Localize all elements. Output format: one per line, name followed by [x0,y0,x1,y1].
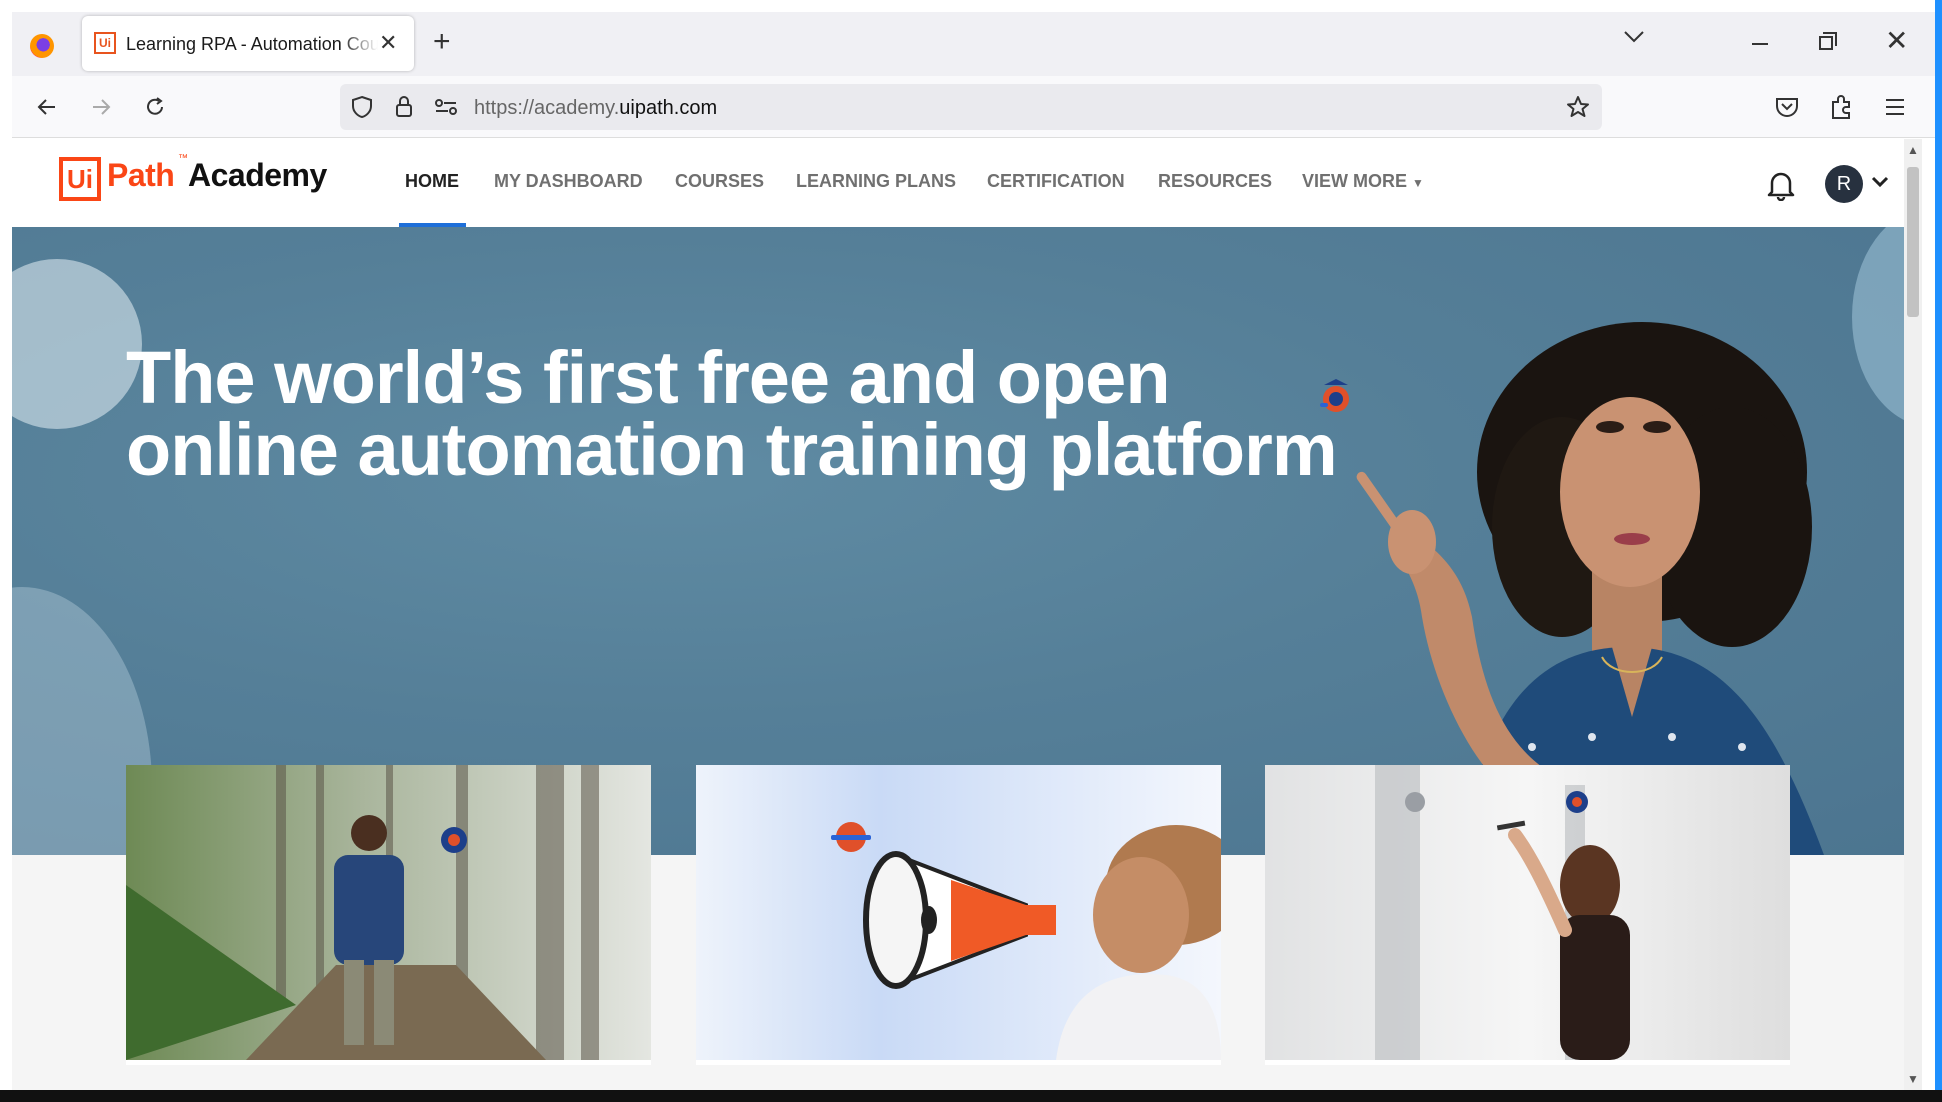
chevron-down-icon[interactable] [1623,30,1645,49]
tab-title: Learning RPA - Automation Courses [126,34,378,54]
star-icon[interactable] [1566,95,1590,124]
minimize-icon[interactable] [1752,43,1768,45]
url-text[interactable]: https://academy.uipath.com [474,97,717,120]
window-close-icon[interactable]: ✕ [1885,27,1908,55]
nav-resources[interactable]: RESOURCES [1158,171,1272,192]
logo-path[interactable]: Path [107,157,175,194]
lock-icon[interactable] [394,94,414,123]
robot-mascot-icon [1320,379,1349,412]
nav-view-more-label: VIEW MORE [1302,171,1408,191]
screen-edge-accent [1935,0,1942,1102]
nav-view-more[interactable]: VIEW MORE ▼ [1302,171,1424,192]
restore-icon[interactable] [1819,32,1837,50]
forward-icon [88,95,114,121]
plus-icon[interactable]: + [433,27,451,57]
scroll-down-icon[interactable]: ▼ [1907,1072,1919,1086]
decorative-circle [12,259,142,429]
hero-banner: The world’s first free and open online a… [12,227,1904,855]
firefox-icon[interactable] [30,34,54,58]
whiteboard-image [1265,765,1790,1060]
site-header: Ui Path ™ Academy HOME MY DASHBOARD COUR… [12,139,1904,227]
nav-home[interactable]: HOME [405,171,459,192]
uipath-favicon-icon: Ui [94,32,116,54]
avatar[interactable]: R [1825,165,1863,203]
url-domain: uipath.com [619,97,718,119]
feature-card-megaphone[interactable] [696,765,1221,1065]
menu-icon[interactable] [1884,98,1906,121]
close-icon[interactable]: ✕ [379,30,397,56]
url-prefix: https://academy. [474,97,620,119]
page-content: Ui Path ™ Academy HOME MY DASHBOARD COUR… [12,139,1904,1090]
page-scrollbar[interactable]: ▲ ▼ [1904,139,1922,1090]
chevron-down-icon[interactable] [1871,175,1889,193]
logo-trademark: ™ [178,153,188,164]
nav-my-dashboard[interactable]: MY DASHBOARD [494,171,643,192]
pocket-icon[interactable] [1775,96,1799,123]
caret-down-icon: ▼ [1412,176,1424,190]
nav-certification[interactable]: CERTIFICATION [987,171,1125,192]
megaphone-image [696,765,1221,1060]
scroll-up-icon[interactable]: ▲ [1907,143,1919,157]
logo-ui[interactable]: Ui [59,157,101,201]
reload-icon[interactable] [142,95,168,121]
hero-headline-line2: online automation training platform [126,408,1338,491]
permissions-icon[interactable] [434,98,458,121]
feature-card-whiteboard[interactable] [1265,765,1790,1065]
bell-icon[interactable] [1766,169,1796,206]
extensions-icon[interactable] [1829,94,1853,125]
screen-bottom-edge [0,1090,1942,1102]
nav-learning-plans[interactable]: LEARNING PLANS [796,171,956,192]
scroll-thumb[interactable] [1907,167,1919,317]
screen: Ui Learning RPA - Automation Courses ✕ +… [0,0,1942,1102]
back-icon[interactable] [34,95,60,121]
feature-card-hiker[interactable] [126,765,651,1065]
hero-headline: The world’s first free and open online a… [126,336,1338,491]
hero-headline-line1: The world’s first free and open [126,336,1171,419]
nav-courses[interactable]: COURSES [675,171,764,192]
logo-academy[interactable]: Academy [188,157,327,194]
hiker-image [126,765,651,1060]
shield-icon[interactable] [351,95,373,124]
